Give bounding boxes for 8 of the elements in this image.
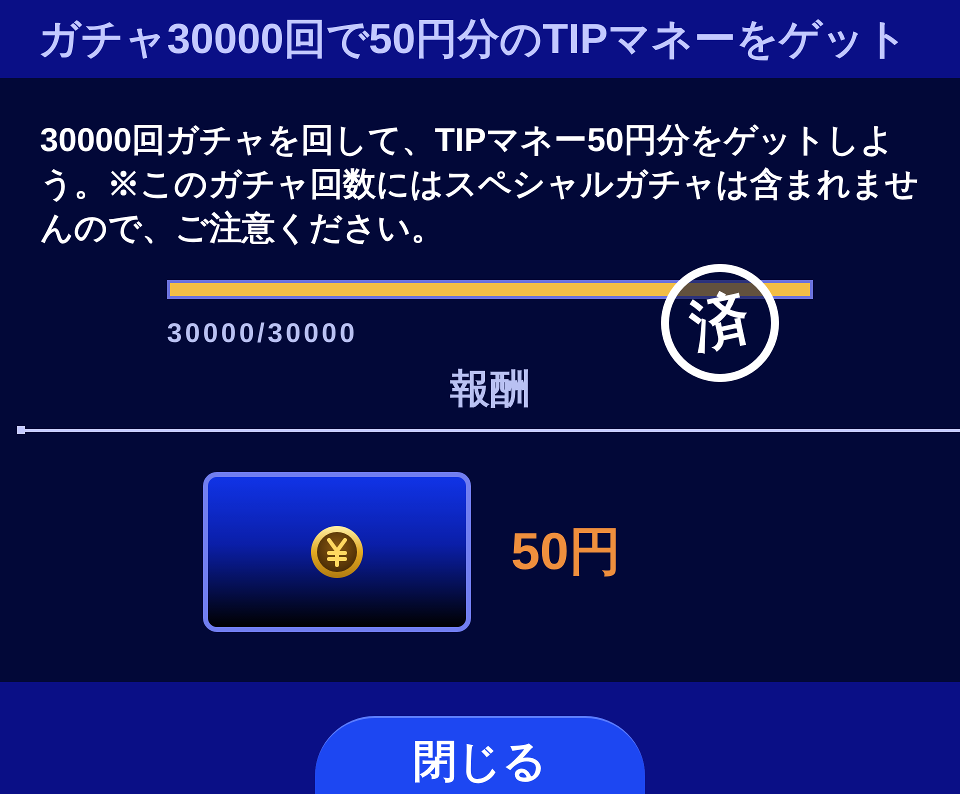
page-title: ガチャ30000回で50円分のTIPマネーをゲット bbox=[38, 18, 908, 60]
reward-amount: 50円 bbox=[511, 526, 621, 578]
yen-coin-icon bbox=[310, 525, 364, 579]
close-button[interactable]: 閉じる bbox=[315, 716, 645, 794]
rewards-heading: 報酬 bbox=[450, 369, 530, 409]
progress-reading: 30000/30000 bbox=[167, 320, 358, 347]
mission-description: 30000回ガチャを回して、TIPマネー50円分をゲットしよう。※このガチャ回数にはスペシャルガチャは含まれませんので、ご注意ください。 bbox=[39, 120, 920, 248]
completed-stamp: 済 bbox=[661, 264, 779, 382]
